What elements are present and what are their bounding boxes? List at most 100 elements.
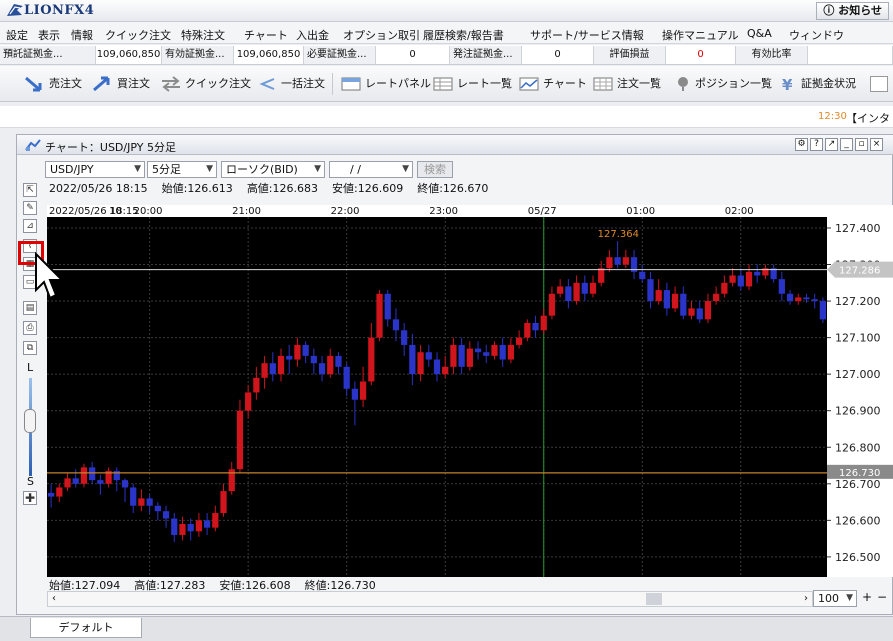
window-restore-icon[interactable]: ▫	[855, 138, 868, 151]
margin-status-button[interactable]: ¥ 証拠金状況	[780, 75, 856, 93]
app-title-bar: LIONFX4 ⓘ お知らせ	[0, 0, 893, 22]
order-list-button[interactable]: 注文一覧	[592, 75, 661, 93]
candlestick-chart[interactable]: 10 20:00 21:00 22:00 23:00 05/27 01:00 02:00202…	[47, 205, 827, 577]
candle-body	[778, 279, 785, 294]
candle-body	[598, 268, 605, 283]
chart-type-select[interactable]: ローソク(BID) ▼	[221, 161, 325, 178]
notice-button[interactable]: ⓘ お知らせ	[816, 2, 889, 20]
chart-button[interactable]: チャート	[518, 75, 587, 93]
menu-deposit[interactable]: 入出金	[296, 27, 329, 43]
candle-body	[359, 381, 367, 400]
scroll-thumb[interactable]	[646, 593, 662, 605]
price-axis: 127.400127.300127.200127.100127.000126.9…	[827, 205, 893, 577]
currency-pair-select[interactable]: USD/JPY ▼	[45, 161, 145, 178]
quick-order-label: クイック注文	[185, 77, 251, 90]
menu-manual[interactable]: 操作マニュアル	[662, 27, 739, 43]
news-headline[interactable]: 【インタ	[846, 110, 890, 126]
candle-body	[655, 290, 662, 302]
position-pin-icon	[678, 77, 688, 91]
rate-list-label: レート一覧	[457, 77, 512, 90]
print-icon[interactable]: ⎙	[23, 321, 37, 335]
batch-order-button[interactable]: 一括注文	[256, 75, 325, 93]
candle-body	[294, 344, 301, 360]
indicator-tool-icon[interactable]: ⊿	[23, 219, 37, 233]
candle-body	[721, 282, 728, 294]
copy-icon[interactable]: ⧉	[23, 341, 37, 355]
menu-options[interactable]: オプション取引	[343, 27, 420, 43]
candle-body	[195, 520, 203, 532]
pencil-tool-icon[interactable]: ✎	[23, 201, 37, 215]
scroll-left-icon[interactable]: ‹	[52, 593, 56, 604]
chart-window-title-bar[interactable]: チャート：USD/JPY 5分足 ⚙ ? ↗ _ ▫ ×	[17, 135, 893, 155]
candle-body	[442, 366, 449, 375]
sell-arrow-icon	[25, 76, 42, 92]
menu-view[interactable]: 表示	[38, 27, 60, 43]
chart-label: チャート	[543, 77, 587, 90]
chart-window-icon	[25, 139, 41, 151]
zoom-in-icon[interactable]: +	[860, 590, 874, 607]
candle-body	[310, 355, 317, 364]
order-list-icon	[593, 77, 613, 91]
info-icon: ⓘ	[823, 4, 839, 17]
window-minimize-icon[interactable]: _	[840, 138, 853, 151]
toolbar-extra-icon[interactable]	[870, 76, 888, 92]
menu-info[interactable]: 情報	[71, 27, 93, 43]
rate-panel-button[interactable]: レートパネル	[340, 75, 431, 93]
add-plus-icon[interactable]: ✚	[23, 491, 37, 505]
candle-body	[819, 301, 827, 320]
tab-default[interactable]: デフォルト	[30, 618, 142, 638]
buy-order-label: 買注文	[117, 77, 150, 90]
margin-ratio-label: 有効比率	[736, 46, 808, 64]
menu-window[interactable]: ウィンドウ	[789, 27, 844, 43]
timeframe-select[interactable]: 5分足 ▼	[147, 161, 217, 178]
zoom-out-icon[interactable]: −	[875, 590, 889, 607]
position-list-label: ポジション一覧	[695, 77, 772, 90]
window-settings-icon[interactable]: ⚙	[795, 138, 808, 151]
zoom-slider-handle[interactable]	[24, 409, 36, 433]
candle-body	[713, 293, 720, 302]
candle-body	[515, 337, 523, 345]
window-help-icon[interactable]: ?	[810, 138, 823, 151]
time-tick-label: 02:00	[725, 206, 754, 217]
menu-settings[interactable]: 設定	[6, 27, 28, 43]
candle-body	[688, 308, 695, 316]
chevron-down-icon: ▼	[314, 164, 321, 174]
search-button[interactable]: 検索	[417, 161, 453, 178]
menu-quick-order[interactable]: クイック注文	[105, 27, 171, 43]
candle-body	[671, 293, 679, 309]
candle-body	[639, 271, 646, 280]
menu-special-order[interactable]: 特殊注文	[181, 27, 225, 43]
date-select[interactable]: / / ▼	[329, 161, 413, 178]
window-close-icon[interactable]: ×	[870, 138, 883, 151]
zoom-select[interactable]: 100 ▼	[813, 590, 857, 607]
menu-support[interactable]: サポート/サービス情報	[530, 27, 644, 43]
price-tick-label: 127.200	[835, 295, 881, 308]
menu-history[interactable]: 履歴検索/報告書	[423, 27, 504, 43]
main-toolbar: 売注文 買注文 クイック注文 一括注文 レートパネル レート一覧 チャート 注文…	[0, 66, 893, 102]
chevron-down-icon: ▼	[846, 593, 853, 603]
position-list-button[interactable]: ポジション一覧	[674, 75, 772, 93]
order-margin-value: 0	[522, 46, 594, 64]
menu-qa[interactable]: Q&A	[747, 27, 772, 40]
candle-body	[622, 257, 629, 265]
candle-info-top: 2022/05/26 18:15 始値:126.613 高値:126.683 安値:1…	[49, 180, 502, 196]
scroll-right-icon[interactable]: ›	[804, 593, 808, 604]
candle-body	[696, 308, 703, 320]
window-pin-icon[interactable]: ↗	[825, 138, 838, 151]
info-datetime: 2022/05/26 18:15	[49, 182, 148, 195]
candle-body	[162, 511, 170, 519]
quick-order-button[interactable]: クイック注文	[160, 75, 251, 93]
candle-body	[72, 478, 79, 484]
horizontal-scrollbar[interactable]: ‹ ›	[47, 591, 813, 607]
candle-body	[146, 498, 153, 506]
sell-order-button[interactable]: 売注文	[24, 75, 82, 93]
candle-body	[524, 322, 531, 338]
buy-order-button[interactable]: 買注文	[92, 75, 150, 93]
menu-chart[interactable]: チャート	[244, 27, 288, 43]
chart-plot-area[interactable]: 10 20:00 21:00 22:00 23:00 05/27 01:00 02:00 202…	[47, 205, 827, 577]
cursor-tool-icon[interactable]: ⇱	[23, 183, 37, 197]
rate-list-button[interactable]: レート一覧	[432, 75, 512, 93]
deposit-value: 109,060,850	[96, 46, 162, 64]
candle-body	[803, 297, 810, 300]
candle-body	[466, 348, 473, 367]
